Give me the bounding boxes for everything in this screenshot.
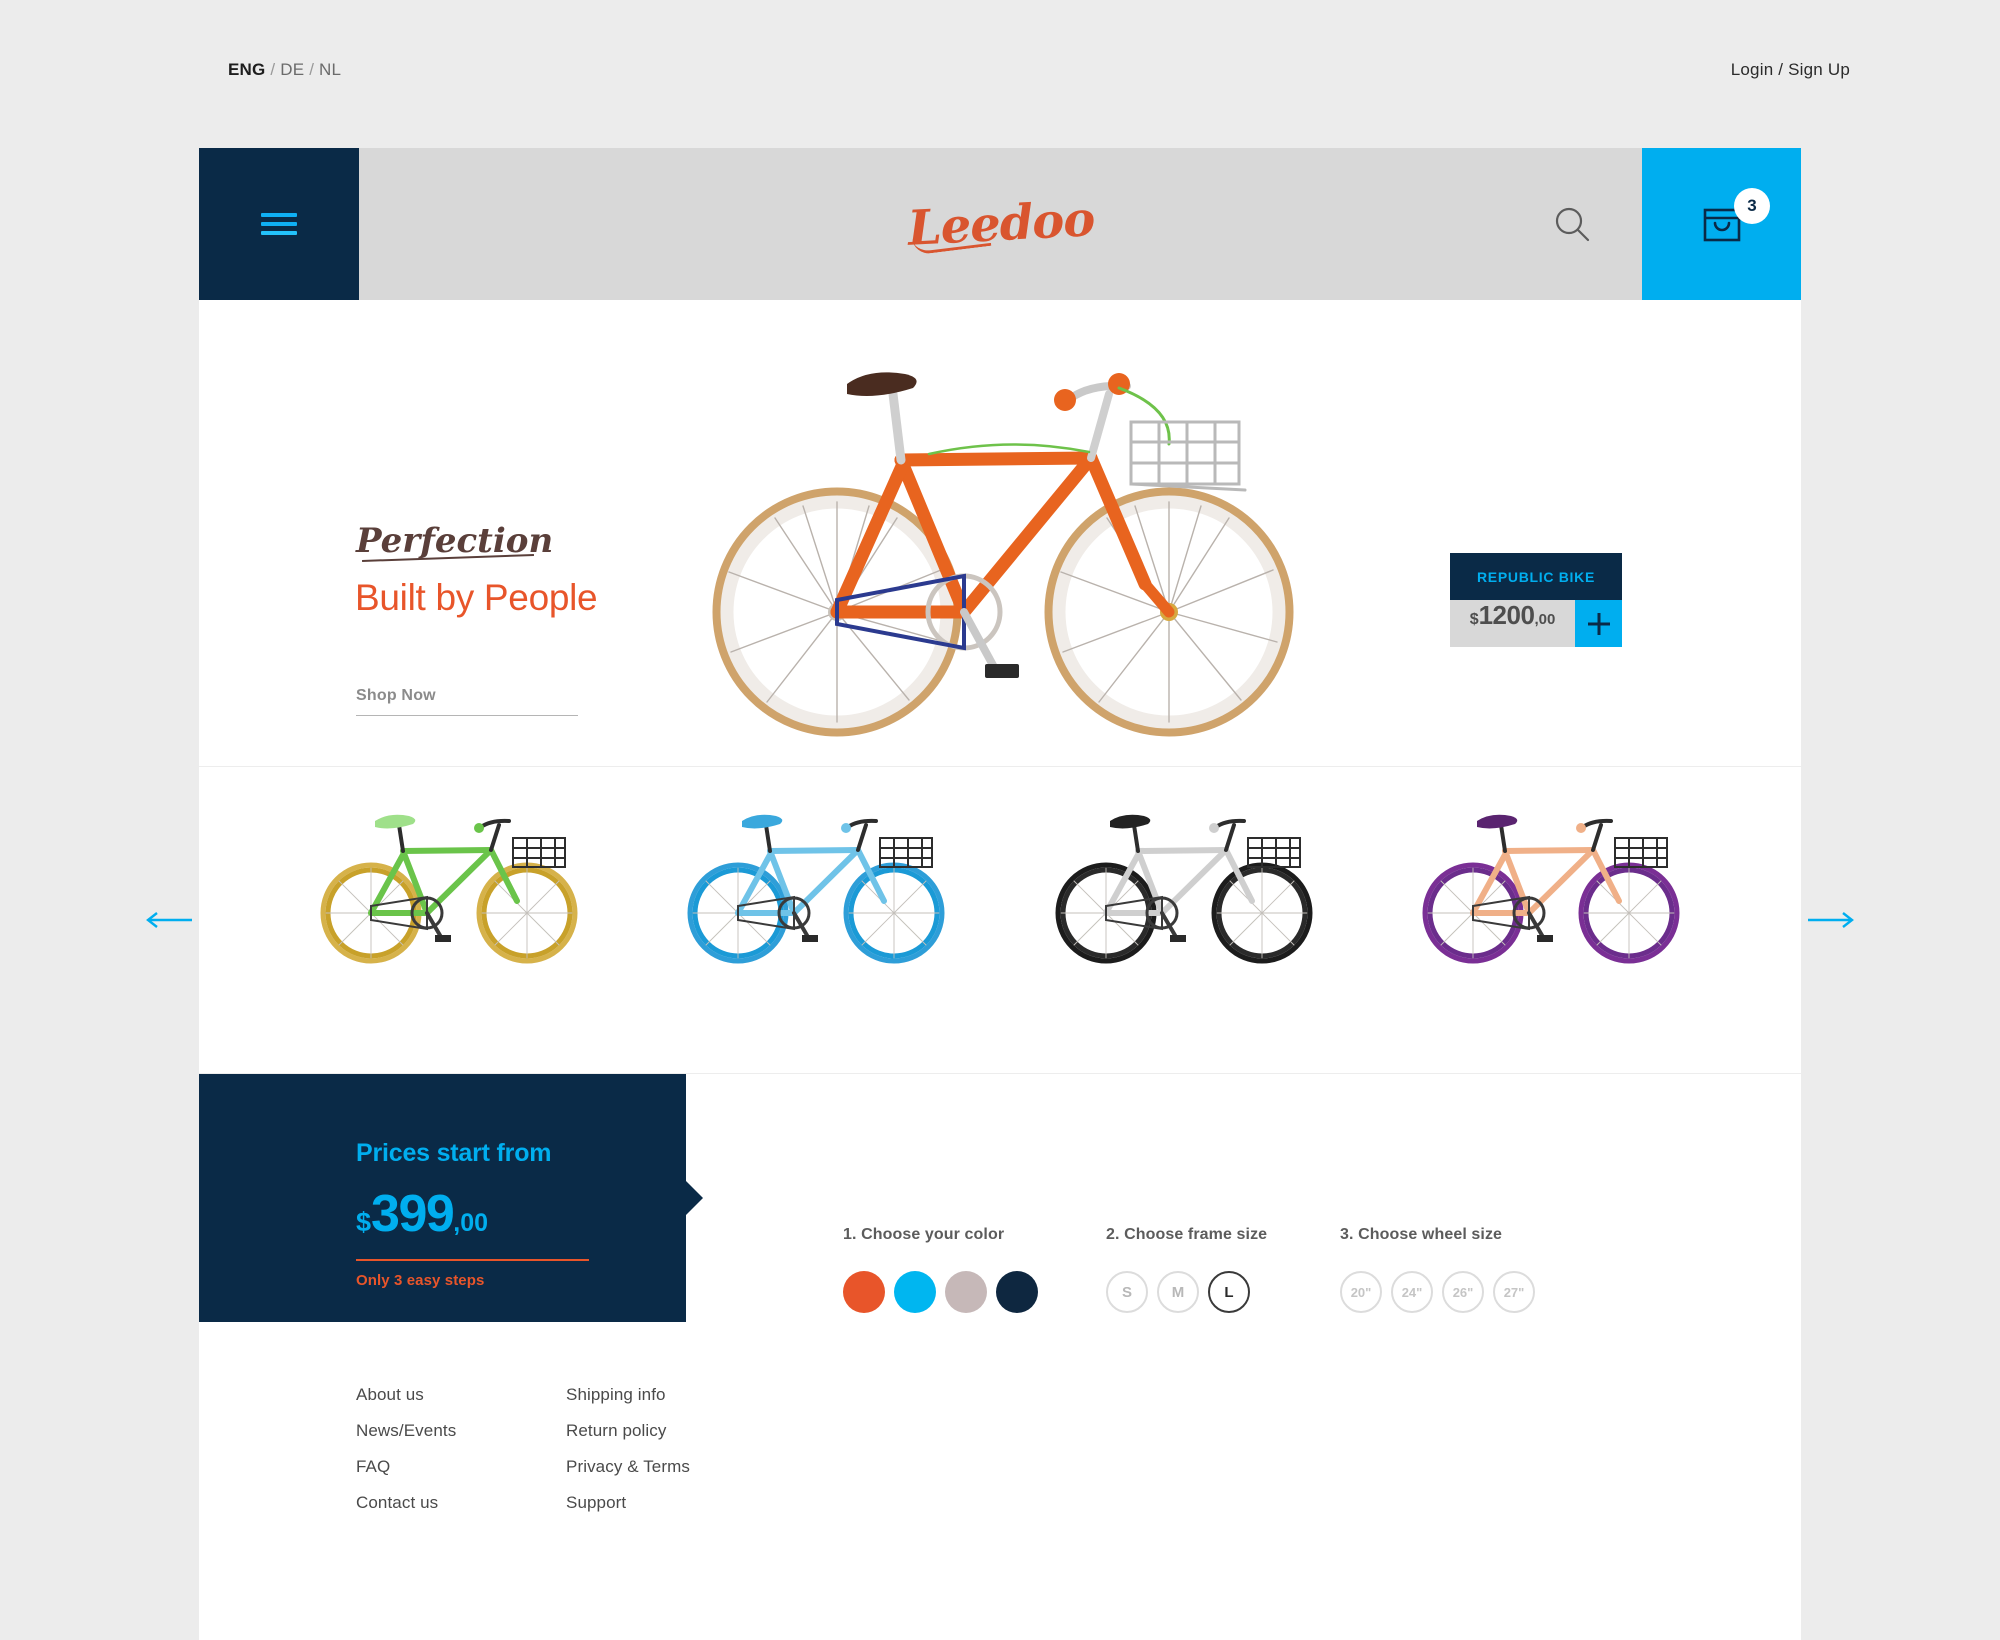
configurator-section: Prices start from $399,00 Only 3 easy st… [199,1074,1801,1322]
hero-script-title: Perfection [356,521,554,561]
frame-size-option-m[interactable]: M [1157,1271,1199,1313]
price-panel-amount: $399,00 [356,1184,488,1244]
config-step-3-options: 20" 24" 26" 27" [1340,1271,1535,1313]
product-thumb-art [666,795,966,970]
footer-link-news-events[interactable]: News/Events [356,1421,513,1441]
featured-price: $1200,00 [1450,600,1575,647]
language-option-de[interactable]: DE [280,60,304,79]
config-step-2: 2. Choose frame size S M L [1106,1226,1267,1313]
color-swatch-4[interactable] [996,1271,1038,1313]
carousel-next-button[interactable] [1806,910,1856,930]
cart-button[interactable]: 3 [1642,148,1801,300]
language-option-nl[interactable]: NL [319,60,341,79]
footer-link-privacy-terms[interactable]: Privacy & Terms [566,1457,723,1477]
product-thumb-art [1401,795,1701,970]
site-header: Leedoo 3 [199,148,1801,300]
carousel-item-wasabi[interactable] [299,795,599,991]
price-panel-value: 399 [371,1185,455,1243]
featured-price-cents: ,00 [1534,611,1556,628]
color-swatch-2[interactable] [894,1271,936,1313]
product-carousel [146,767,1854,1074]
hero-main-title: Built by People [355,577,598,618]
hamburger-icon [261,213,297,235]
wheel-size-option-4[interactable]: 27" [1493,1271,1535,1313]
search-button[interactable] [1550,202,1594,246]
carousel-prev-button[interactable] [144,910,194,930]
search-icon [1555,207,1590,242]
hero-section: Perfection Built by People Shop Now REPU… [199,300,1801,767]
footer-link-support[interactable]: Support [566,1493,723,1513]
config-step-2-options: SML [1106,1271,1267,1313]
color-swatch-1[interactable] [843,1271,885,1313]
color-swatch-3[interactable] [945,1271,987,1313]
cart-count-badge: 3 [1734,188,1770,224]
footer-link-faq[interactable]: FAQ [356,1457,513,1477]
footer-link-shipping-info[interactable]: Shipping info [566,1385,723,1405]
config-step-1-label: 1. Choose your color [843,1226,1005,1243]
arrow-right-icon [1808,912,1854,928]
header-center: Leedoo [359,148,1642,300]
footer-link-about-us[interactable]: About us [356,1385,513,1405]
footer-column-2: Shipping info Return policy Privacy & Term… [566,1385,723,1529]
featured-price-amount: 1200 [1478,600,1535,630]
config-step-1: 1. Choose your color [843,1226,1038,1313]
site-frame: Leedoo 3 Perfection Built by People Shop… [146,148,1854,1640]
page-root: ENG / DE / NL Login / Sign Up Leedoo 3 P… [0,0,2000,1640]
price-panel-subtitle: Only 3 easy steps [356,1272,485,1289]
carousel-item-black[interactable] [1034,795,1334,991]
language-separator-1: / [265,60,281,79]
utility-bar: ENG / DE / NL Login / Sign Up [0,0,2000,148]
config-step-3-label: 3. Choose wheel size [1340,1226,1503,1243]
menu-button[interactable] [199,148,359,300]
shop-now-label: Shop Now [356,687,436,704]
site-footer: About us News/Events FAQ Contact us Shipping… [199,1322,1801,1640]
login-signup-link[interactable]: Login / Sign Up [1731,60,1850,80]
arrow-left-icon [146,912,192,928]
product-thumb-image [1422,814,1680,964]
hero-product-image [712,372,1294,737]
wheel-size-option-1[interactable]: 20" [1340,1271,1382,1313]
featured-product-name: REPUBLIC BIKE [1477,568,1595,585]
price-panel-currency: $ [356,1207,372,1237]
frame-size-option-l[interactable]: L [1208,1271,1250,1313]
language-option-eng[interactable]: ENG [228,60,265,79]
wheel-size-option-2[interactable]: 24" [1391,1271,1433,1313]
product-thumb-image [1055,814,1313,964]
featured-price-card: REPUBLIC BIKE $1200,00 [1450,553,1622,647]
footer-link-return-policy[interactable]: Return policy [566,1421,723,1441]
config-step-1-options [843,1271,1038,1313]
footer-link-columns: About us News/Events FAQ Contact us Shipping… [356,1385,723,1529]
frame-size-option-s[interactable]: S [1106,1271,1148,1313]
configurator-steps: 1. Choose your color 2. Choose frame size… [686,1074,1801,1322]
featured-price-row: $1200,00 [1450,600,1622,647]
product-thumb-art [1034,795,1334,970]
product-thumb-image [687,814,945,964]
add-to-cart-button[interactable] [1575,600,1622,647]
product-thumb-art [299,795,599,970]
featured-product-name-bar: REPUBLIC BIKE [1450,553,1622,600]
carousel-track [199,767,1801,991]
footer-link-contact-us[interactable]: Contact us [356,1493,513,1513]
carousel-item-skyan[interactable] [666,795,966,991]
shop-now-link[interactable]: Shop Now [356,687,578,716]
config-step-2-label: 2. Choose frame size [1106,1226,1268,1243]
price-panel-cents: ,00 [453,1209,489,1237]
product-thumb-image [320,814,578,964]
price-panel: Prices start from $399,00 Only 3 easy st… [199,1074,686,1322]
featured-price-currency: $ [1469,611,1479,628]
language-separator-2: / [304,60,320,79]
site-logo[interactable]: Leedoo [906,191,1095,257]
price-panel-divider [356,1259,589,1261]
language-selector[interactable]: ENG / DE / NL [228,60,341,80]
carousel-item-flamingo[interactable] [1401,795,1701,991]
wheel-size-option-3[interactable]: 26" [1442,1271,1484,1313]
footer-column-1: About us News/Events FAQ Contact us [356,1385,513,1529]
config-step-3: 3. Choose wheel size 20" 24" 26" 27" [1340,1226,1535,1313]
price-panel-title: Prices start from [356,1139,552,1167]
